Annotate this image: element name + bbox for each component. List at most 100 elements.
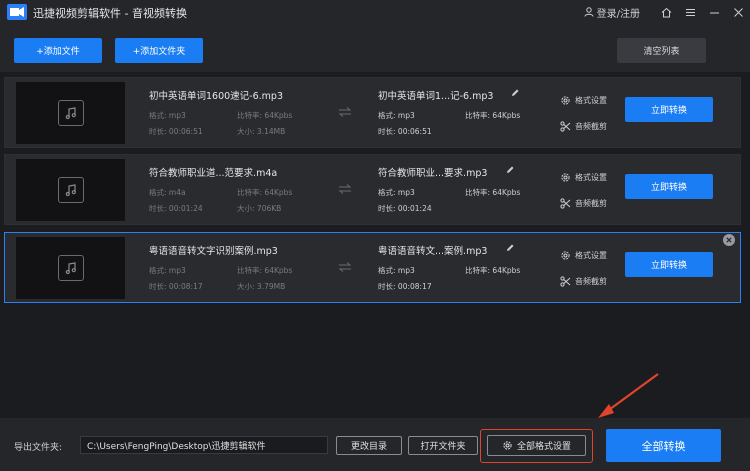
- bitrate-label: 比特率:: [465, 111, 491, 120]
- size-label: 大小:: [237, 204, 255, 213]
- add-folder-button[interactable]: +添加文件夹: [115, 38, 203, 63]
- format-settings-label: 格式设置: [575, 251, 607, 260]
- gear-icon: [503, 441, 512, 450]
- source-size: 3.14MB: [256, 127, 286, 136]
- app-logo-icon: [7, 4, 27, 20]
- source-bitrate: 64Kpbs: [264, 266, 293, 275]
- source-file-name: 粤语语音转文字识别案例.mp3: [149, 246, 278, 257]
- bitrate-label: 比特率:: [465, 266, 491, 275]
- convert-now-button[interactable]: 立即转换: [625, 252, 713, 277]
- edit-pencil-icon[interactable]: [510, 88, 520, 98]
- format-label: 格式:: [149, 111, 167, 120]
- export-path-input[interactable]: [80, 436, 328, 454]
- add-file-button[interactable]: +添加文件: [14, 38, 102, 63]
- size-label: 大小:: [237, 282, 255, 291]
- source-size: 3.79MB: [256, 282, 286, 291]
- login-button[interactable]: 登录/注册: [584, 5, 640, 20]
- file-thumbnail: [16, 237, 125, 299]
- source-format: mp3: [168, 266, 186, 275]
- output-duration: 00:01:24: [397, 204, 432, 213]
- all-format-settings-button[interactable]: 全部格式设置: [487, 435, 586, 456]
- file-thumbnail: [16, 159, 125, 221]
- window-title: 迅捷视频剪辑软件 - 音视频转换: [33, 7, 187, 20]
- close-icon: [726, 237, 732, 243]
- source-file-name: 符合教师职业道...范要求.m4a: [149, 168, 278, 179]
- music-note-icon: [65, 184, 76, 197]
- file-thumbnail: [16, 82, 125, 144]
- convert-arrow-icon: [338, 107, 352, 117]
- music-note-icon: [65, 107, 76, 120]
- audio-trim-button[interactable]: 音频截剪: [560, 276, 607, 287]
- audio-trim-button[interactable]: 音频截剪: [560, 198, 607, 209]
- minimize-icon: [709, 12, 719, 13]
- scissors-icon: [560, 276, 571, 287]
- user-icon: [584, 7, 594, 17]
- format-settings-button[interactable]: 格式设置: [560, 250, 607, 261]
- format-settings-label: 格式设置: [575, 173, 607, 182]
- bitrate-label: 比特率:: [237, 188, 263, 197]
- source-bitrate: 64Kpbs: [264, 111, 293, 120]
- menu-button[interactable]: [678, 0, 702, 24]
- format-settings-button[interactable]: 格式设置: [560, 95, 607, 106]
- music-note-icon: [65, 262, 76, 275]
- convert-arrow-icon: [338, 184, 352, 194]
- open-folder-button[interactable]: 打开文件夹: [408, 436, 478, 455]
- file-card[interactable]: 初中英语单词1600速记-6.mp3 格式: mp3 比特率: 64Kpbs 时…: [4, 77, 741, 148]
- file-card-selected[interactable]: 粤语语音转文字识别案例.mp3 格式: mp3 比特率: 64Kpbs 时长: …: [4, 232, 741, 303]
- output-duration: 00:06:51: [397, 127, 432, 136]
- duration-label: 时长:: [149, 282, 167, 291]
- output-file-name: 初中英语单词1...记-6.mp3: [378, 91, 494, 102]
- title-bar: 迅捷视频剪辑软件 - 音视频转换 登录/注册: [0, 0, 750, 24]
- all-format-settings-label: 全部格式设置: [516, 442, 571, 452]
- duration-label: 时长:: [149, 127, 167, 136]
- source-duration: 00:06:51: [168, 127, 203, 136]
- duration-label: 时长:: [378, 204, 396, 213]
- format-label: 格式:: [149, 188, 167, 197]
- format-label: 格式:: [149, 266, 167, 275]
- gear-icon: [561, 96, 570, 105]
- minimize-button[interactable]: [702, 0, 726, 24]
- source-duration: 00:01:24: [168, 204, 203, 213]
- format-label: 格式:: [378, 188, 396, 197]
- output-duration: 00:08:17: [397, 282, 432, 291]
- output-bitrate: 64Kpbs: [492, 266, 521, 275]
- audio-trim-label: 音频截剪: [575, 277, 607, 286]
- edit-pencil-icon[interactable]: [505, 243, 515, 253]
- toolbar: +添加文件 +添加文件夹 清空列表: [0, 24, 750, 72]
- duration-label: 时长:: [378, 282, 396, 291]
- scissors-icon: [560, 198, 571, 209]
- bottom-bar: 导出文件夹: 更改目录 打开文件夹 全部格式设置 全部转换: [0, 418, 750, 471]
- source-bitrate: 64Kpbs: [264, 188, 293, 197]
- format-label: 格式:: [378, 266, 396, 275]
- remove-file-button[interactable]: [723, 234, 735, 246]
- edit-pencil-icon[interactable]: [505, 165, 515, 175]
- file-card[interactable]: 符合教师职业道...范要求.m4a 格式: m4a 比特率: 64Kpbs 时长…: [4, 154, 741, 225]
- source-duration: 00:08:17: [168, 282, 203, 291]
- convert-arrow-icon: [338, 262, 352, 272]
- bitrate-label: 比特率:: [237, 111, 263, 120]
- close-button[interactable]: [726, 0, 750, 24]
- convert-all-button[interactable]: 全部转换: [606, 429, 721, 462]
- close-icon: [733, 7, 743, 17]
- output-file-name: 粤语语音转文...案例.mp3: [378, 246, 488, 257]
- audio-trim-label: 音频截剪: [575, 199, 607, 208]
- convert-now-button[interactable]: 立即转换: [625, 174, 713, 199]
- output-bitrate: 64Kpbs: [492, 188, 521, 197]
- home-button[interactable]: [654, 0, 678, 24]
- login-label: 登录/注册: [596, 8, 640, 20]
- gear-icon: [561, 251, 570, 260]
- output-format: mp3: [397, 188, 415, 197]
- clear-list-button[interactable]: 清空列表: [617, 38, 706, 63]
- format-settings-button[interactable]: 格式设置: [560, 172, 607, 183]
- home-icon: [661, 7, 671, 17]
- output-file-name: 符合教师职业...要求.mp3: [378, 168, 488, 179]
- source-format: mp3: [168, 111, 186, 120]
- audio-trim-button[interactable]: 音频截剪: [560, 121, 607, 132]
- duration-label: 时长:: [149, 204, 167, 213]
- source-size: 706KB: [256, 204, 282, 213]
- menu-icon: [685, 8, 695, 16]
- source-format: m4a: [168, 188, 186, 197]
- change-directory-button[interactable]: 更改目录: [336, 436, 402, 455]
- bitrate-label: 比特率:: [465, 188, 491, 197]
- convert-now-button[interactable]: 立即转换: [625, 97, 713, 122]
